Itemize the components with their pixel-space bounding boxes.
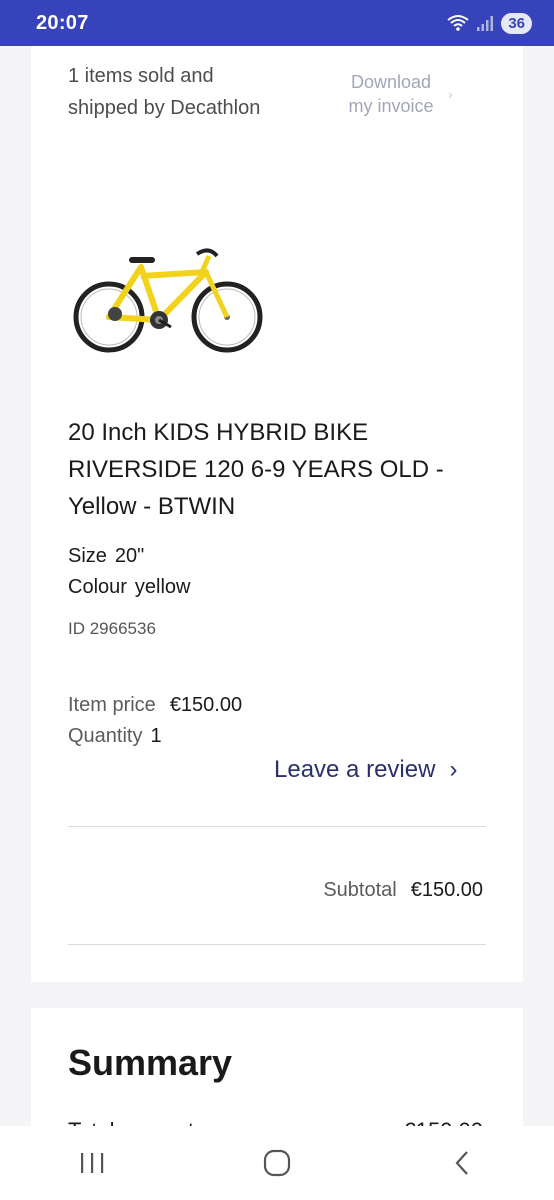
leave-review-link[interactable]: Leave a review › (274, 756, 457, 784)
item-price-row: Item price €150.00 (68, 694, 242, 717)
battery-indicator: 36 (501, 12, 532, 34)
size-value: 20" (114, 545, 145, 567)
quantity-value: 1 (150, 725, 162, 747)
chevron-right-icon: › (448, 86, 453, 102)
order-card: 1 items sold and shipped by Decathlon Do… (31, 46, 523, 982)
item-price-label: Item price (68, 694, 156, 716)
product-title-line-2: RIVERSIDE 120 6-9 YEARS OLD - (68, 456, 444, 483)
quantity-row: Quantity 1 (68, 725, 162, 748)
product-title-line-1: 20 Inch KIDS HYBRID BIKE (68, 419, 369, 446)
yellow-kids-bike-image (73, 248, 263, 353)
signal-icon (477, 15, 494, 31)
product-image[interactable] (69, 242, 265, 358)
invoice-line-2: my invoice (348, 96, 434, 116)
colour-attribute: Colour yellow (68, 576, 191, 599)
chevron-right-icon: › (449, 756, 458, 783)
download-invoice-link[interactable]: Download my invoice (331, 70, 451, 118)
summary-title: Summary (68, 1042, 233, 1083)
size-attribute: Size 20" (68, 545, 144, 568)
system-nav-bar (0, 1126, 554, 1200)
wifi-icon (447, 14, 469, 32)
recents-icon[interactable] (62, 1143, 122, 1183)
product-title-line-3: Yellow - BTWIN (68, 493, 236, 520)
home-icon[interactable] (247, 1143, 307, 1183)
review-label: Leave a review (274, 756, 436, 783)
colour-value: yellow (134, 576, 191, 598)
subtotal-label: Subtotal (323, 879, 397, 901)
item-price-value: €150.00 (169, 694, 243, 716)
divider (68, 826, 486, 827)
quantity-label: Quantity (68, 725, 143, 747)
colour-label: Colour (68, 576, 127, 598)
back-icon[interactable] (432, 1143, 492, 1183)
status-icons: 36 (447, 12, 532, 34)
subtotal-value: €150.00 (410, 879, 483, 901)
sold-line-2: shipped by Decathlon (68, 97, 261, 119)
status-bar: 20:07 36 (0, 0, 554, 46)
product-id: ID 2966536 (68, 619, 156, 638)
subtotal-row: Subtotal €150.00 (323, 879, 483, 902)
sold-line-1: 1 items sold and (68, 65, 214, 87)
divider (68, 944, 486, 945)
sold-by-text: 1 items sold and shipped by Decathlon (68, 60, 328, 124)
size-label: Size (68, 545, 107, 567)
product-title[interactable]: 20 Inch KIDS HYBRID BIKE RIVERSIDE 120 6… (68, 414, 488, 525)
invoice-line-1: Download (350, 72, 432, 92)
status-time: 20:07 (36, 11, 89, 34)
